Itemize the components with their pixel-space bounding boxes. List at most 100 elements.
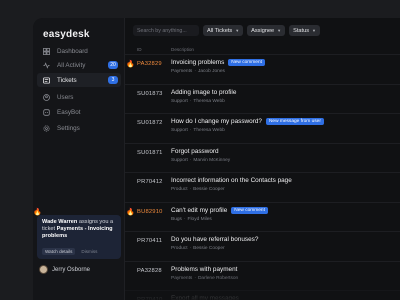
status-badge: New comment: [231, 206, 268, 214]
ticket-title-wrap: Invoicing problems New comment: [171, 59, 265, 66]
ticket-category: Payments: [171, 69, 193, 74]
ticket-title: Do you have referral bonuses?: [171, 236, 259, 243]
ticket-assignee: Floyd Miles: [187, 216, 212, 222]
separator: ·: [183, 216, 186, 222]
separator: ·: [194, 69, 196, 74]
ticket-category: Support: [171, 98, 188, 104]
ticket-title-wrap: Do you have referral bonuses?: [171, 236, 258, 243]
ticket-assignee: Bessie Cooper: [193, 187, 225, 192]
user-name: Jerry Osborne: [52, 266, 91, 273]
table-row[interactable]: 🔥 BU82910 Can't edit my profile New comment…: [125, 201, 400, 225]
ticket-id: BU82910: [137, 208, 163, 215]
search-box[interactable]: [133, 25, 199, 36]
sidebar-item-all-activity[interactable]: All Activity 20: [37, 58, 121, 72]
ticket-meta: Product · Bessie Cooper: [171, 187, 225, 192]
ticket-meta: Support · Theresa Webb: [171, 99, 225, 104]
sidebar-item-label: Users: [57, 93, 74, 101]
gear-icon: [43, 124, 50, 132]
sidebar-item-label: Tickets: [57, 76, 77, 84]
search-input[interactable]: [137, 27, 197, 34]
ticket-id: SU01871: [137, 149, 163, 156]
fire-icon: 🔥: [126, 61, 135, 68]
table-row[interactable]: PR70412 Incorrect information on the Cont…: [125, 172, 400, 195]
toolbar: All Tickets▼ Assignee▼ Status▼: [133, 25, 320, 36]
separator: ·: [189, 128, 192, 133]
table-row[interactable]: SU01871 Forgot password Support · Marvin McK…: [125, 142, 400, 166]
table-row[interactable]: PR70411 Do you have referral bonuses? Prod…: [125, 231, 400, 254]
ticket-title: Forgot password: [171, 147, 219, 155]
notification-actor: Wade Warren: [42, 219, 78, 225]
separator: ·: [189, 246, 192, 251]
ticket-title: How do I change my password?: [171, 118, 262, 125]
scroll-fade: [125, 274, 400, 300]
column-header-description[interactable]: Description: [171, 47, 194, 52]
ticket-id: PA32828: [137, 267, 162, 274]
ticket-title-wrap: Incorrect information on the Contacts pa…: [171, 177, 292, 184]
ticket-title-wrap: Adding image to profile: [171, 89, 236, 96]
notification-text: Wade Warren assigns you a ticket Payment…: [42, 219, 116, 241]
ticket-category: Product: [171, 187, 188, 192]
separator: ·: [189, 157, 192, 163]
avatar: [39, 265, 48, 274]
ticket-meta: Support · Theresa Webb: [171, 128, 225, 133]
fire-icon: 🔥: [126, 208, 135, 216]
bot-icon: [43, 108, 50, 116]
ticket-title: Problems with payment: [171, 265, 238, 273]
ticket-id: PA32829: [137, 61, 162, 67]
sidebar-item-label: All Activity: [57, 61, 86, 69]
ticket-category: Support: [171, 157, 188, 163]
chevron-down-icon: ▼: [277, 28, 282, 33]
count-badge: 3: [108, 76, 118, 84]
ticket-title: Incorrect information on the Contacts pa…: [171, 177, 292, 184]
ticket-title: Invoicing problems: [171, 59, 225, 66]
table-row[interactable]: SU01872 How do I change my password? New m…: [125, 113, 400, 136]
table-row[interactable]: 🔥 PA32829 Invoicing problems New comment Pay…: [125, 54, 400, 77]
sidebar-item-users[interactable]: Users: [37, 90, 121, 104]
ticket-meta: Bugs · Floyd Miles: [171, 217, 212, 222]
filter-all-tickets[interactable]: All Tickets ▼: [203, 25, 244, 36]
ticket-assignee: Marvin McKinney: [193, 157, 231, 163]
ticket-assignee: Bessie Cooper: [193, 246, 225, 251]
dismiss-button[interactable]: Dismiss: [81, 249, 97, 254]
filter-assignee[interactable]: Assignee ▼: [247, 25, 286, 36]
sidebar-item-label: Dashboard: [57, 47, 88, 55]
filter-status[interactable]: Status ▼: [289, 25, 320, 36]
ticket-assignee: Theresa Webb: [193, 128, 225, 133]
chevron-down-icon: ▼: [312, 28, 316, 33]
user-profile[interactable]: Jerry Osborne: [39, 265, 90, 274]
ticket-meta: Product · Bessie Cooper: [171, 246, 225, 251]
ticket-assignee: Jacob Jones: [197, 69, 225, 74]
chevron-down-icon: ▼: [235, 28, 240, 33]
activity-icon: [43, 61, 50, 69]
filter-label: Assignee: [251, 27, 275, 34]
status-badge: New message from user: [265, 118, 324, 125]
sidebar-item-easybot[interactable]: EasyBot: [37, 105, 121, 119]
ticket-title-wrap: How do I change my password? New message …: [171, 118, 324, 125]
watch-details-button[interactable]: Watch details: [42, 248, 76, 255]
sidebar-item-dashboard[interactable]: Dashboard: [37, 44, 121, 58]
grid-icon: [43, 47, 50, 55]
ticket-title: Can't edit my profile: [171, 206, 228, 214]
ticket-id: SU01872: [137, 120, 163, 126]
ticket-title-wrap: Forgot password: [171, 148, 219, 155]
sidebar-item-label: Settings: [57, 124, 80, 132]
separator: ·: [189, 98, 192, 104]
ticket-id: PR70412: [137, 179, 163, 185]
ticket-icon: [43, 76, 50, 84]
users-icon: [43, 93, 50, 101]
ticket-title: Adding image to profile: [171, 88, 237, 96]
sidebar-item-tickets[interactable]: Tickets 3: [37, 73, 121, 87]
ticket-category: Bugs: [171, 216, 182, 222]
sidebar-item-settings[interactable]: Settings: [37, 121, 121, 135]
ticket-assignee: Theresa Webb: [193, 98, 225, 104]
sidebar: easydesk Dashboard All Activity 20 Tickets 3…: [33, 18, 125, 300]
filter-label: All Tickets: [207, 27, 233, 34]
column-header-id[interactable]: ID: [137, 47, 142, 52]
ticket-id: SU01873: [137, 90, 163, 97]
ticket-category: Product: [171, 246, 188, 251]
ticket-category: Support: [171, 128, 188, 133]
filter-label: Status: [293, 27, 309, 34]
main-panel: All Tickets▼ Assignee▼ Status▼ ID Descri…: [125, 18, 400, 300]
ticket-id: PR70411: [137, 238, 163, 244]
table-row[interactable]: SU01873 Adding image to profile Support · Th…: [125, 83, 400, 107]
